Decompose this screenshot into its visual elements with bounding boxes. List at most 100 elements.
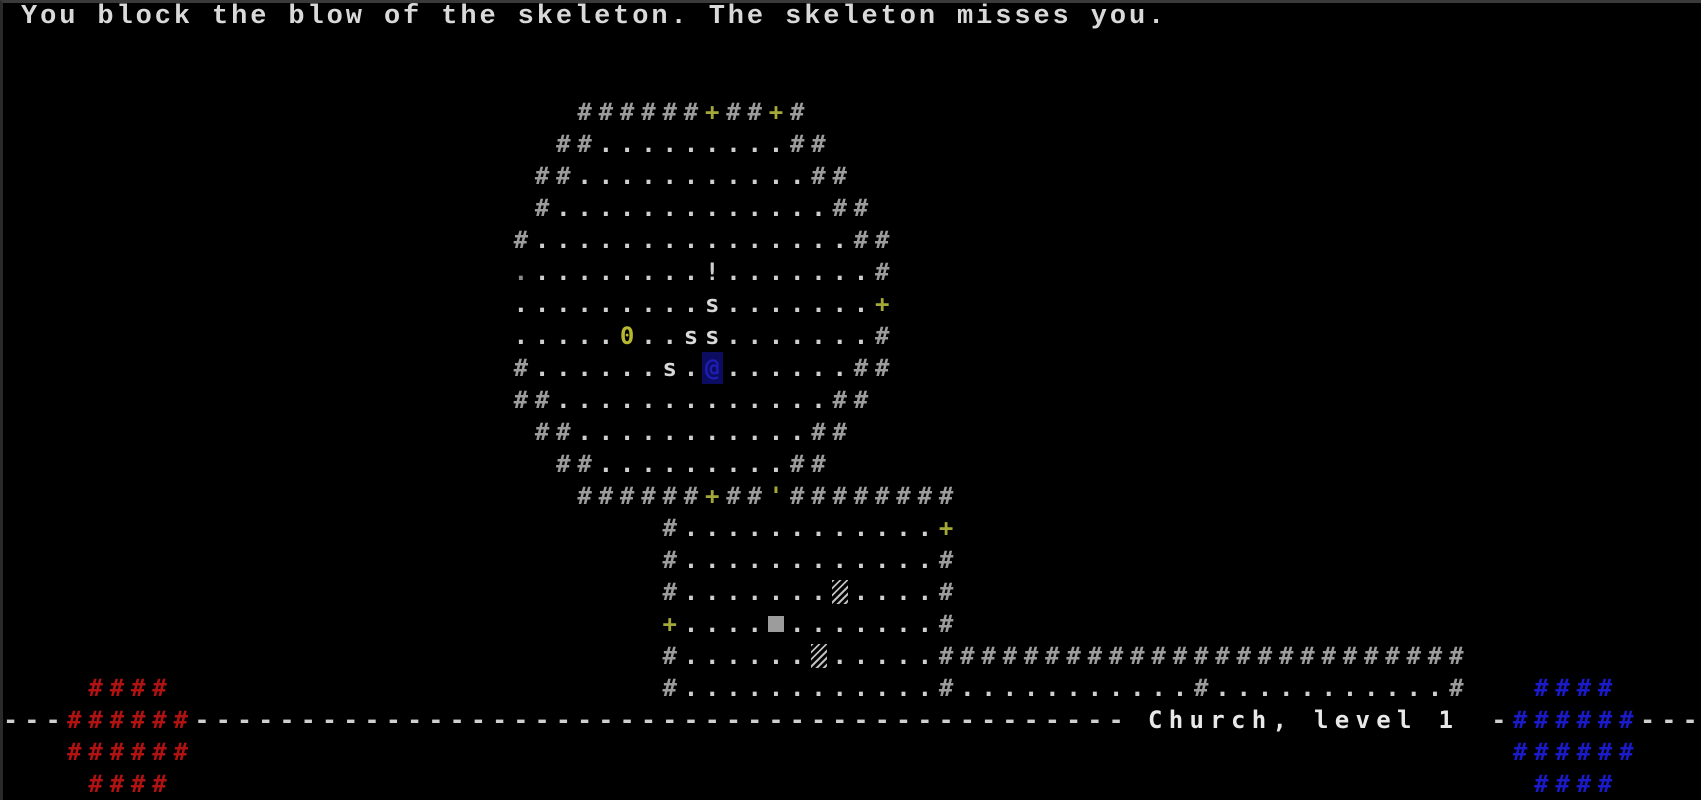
wall-tile: # [534, 194, 550, 222]
door-icon[interactable]: + [765, 96, 786, 128]
mana-orb-row: # # # # [0, 768, 1701, 800]
map-row: #............. # # [0, 192, 1701, 224]
wall-tile: # [1278, 642, 1294, 670]
floor-tile: . [619, 162, 635, 190]
floor-tile: . [726, 546, 741, 574]
floor-tile: . [747, 130, 762, 158]
mana-orb-cell: # [1512, 738, 1528, 766]
floor-tile: . [726, 386, 741, 414]
door-icon[interactable]: + [702, 96, 723, 128]
floor-tile: . [811, 546, 826, 574]
skeleton-icon[interactable]: s [659, 352, 680, 384]
floor-tile: . [853, 514, 869, 542]
mana-orb-cell: # [1555, 706, 1570, 734]
floor-tile: . [811, 322, 826, 350]
floor-tile: . [556, 258, 571, 286]
wall-tile: # [790, 450, 805, 478]
wall-tile: # [1342, 642, 1358, 670]
wall-tile: # [662, 514, 677, 542]
floor-tile: . [619, 354, 635, 382]
mana-orb-cell: # [1534, 674, 1549, 702]
floor-tile: . [790, 642, 805, 670]
floor-tile: . [577, 418, 592, 446]
floor-tile: . [704, 514, 720, 542]
wall-tile: # [832, 482, 847, 510]
map-row: #........... # # # # # # # # # # # # # # # # # # # # # # # # # [0, 640, 1701, 672]
floor-tile: . [662, 386, 677, 414]
wall-tile: # [577, 130, 592, 158]
map-row: .........!....... # [0, 256, 1701, 288]
floor-tile: . [619, 450, 635, 478]
floor-tile: . [875, 578, 890, 606]
floor-tile: . [811, 514, 826, 542]
floor-tile: . [832, 354, 847, 382]
wall-tile: # [662, 642, 677, 670]
floor-tile: . [790, 418, 805, 446]
skeleton-icon[interactable]: s [680, 320, 701, 352]
wall-tile: # [832, 386, 847, 414]
wall-tile: # [619, 482, 635, 510]
floor-tile: . [747, 258, 762, 286]
floor-tile: . [577, 162, 592, 190]
door-icon[interactable]: + [935, 512, 956, 544]
door-icon[interactable]: + [872, 288, 893, 320]
floor-tile: . [726, 514, 741, 542]
wall-tile: # [513, 354, 529, 382]
wall-tile: # [790, 98, 805, 126]
wall-tile: # [938, 578, 954, 606]
floor-tile: . [598, 418, 614, 446]
hatched-tile-icon [808, 640, 829, 672]
floor-tile: . [662, 130, 677, 158]
wall-tile: # [534, 162, 550, 190]
floor-tile: . [704, 450, 720, 478]
floor-tile: . [726, 610, 741, 638]
mana-orb-cell: # [1576, 738, 1592, 766]
wall-tile: # [853, 194, 869, 222]
open-door-icon[interactable]: ' [765, 480, 786, 512]
wall-tile: # [938, 546, 954, 574]
player-icon[interactable]: @ [701, 352, 723, 384]
door-icon[interactable]: + [702, 480, 723, 512]
floor-tile: . [726, 578, 741, 606]
floor-tile: . [556, 194, 571, 222]
floor-tile: . [662, 290, 677, 318]
wall-tile: # [811, 162, 826, 190]
wall-tile: # [811, 482, 826, 510]
map-row: # # # # # # + # # ' # # # # # # # # [0, 480, 1701, 512]
wall-tile: # [1002, 642, 1018, 670]
message-log: You block the blow of the skeleton. The … [21, 2, 1168, 32]
wall-tile: # [960, 642, 975, 670]
floor-tile: . [619, 130, 635, 158]
mana-orb-cell: # [1555, 770, 1570, 798]
wall-tile: # [726, 98, 741, 126]
floor-tile: . [598, 258, 614, 286]
map-row: # #............. # # [0, 384, 1701, 416]
floor-tile: . [768, 578, 784, 606]
floor-tile: . [577, 258, 592, 286]
floor-tile: . [768, 226, 784, 254]
door-icon[interactable]: + [659, 608, 680, 640]
terminal-screen[interactable]: You block the blow of the skeleton. The … [0, 0, 1701, 800]
floor-tile: . [811, 354, 826, 382]
floor-tile: . [768, 514, 784, 542]
floor-tile: . [917, 642, 933, 670]
wall-tile: # [853, 226, 869, 254]
wall-tile: # [556, 450, 571, 478]
floor-tile: . [726, 130, 741, 158]
floor-tile: . [747, 450, 762, 478]
wall-tile: # [556, 162, 571, 190]
floor-tile: . [768, 194, 784, 222]
floor-tile: . [619, 258, 635, 286]
wall-tile: # [1406, 642, 1421, 670]
skeleton-icon[interactable]: s [702, 288, 723, 320]
wall-tile: # [1108, 642, 1124, 670]
floor-tile: . [598, 162, 614, 190]
wall-tile: # [556, 130, 571, 158]
floor-tile: . [641, 290, 656, 318]
floor-tile: . [747, 226, 762, 254]
floor-tile: . [619, 226, 635, 254]
skeleton-icon[interactable]: s [702, 320, 723, 352]
floor-tile: . [790, 610, 805, 638]
floor-tile: . [683, 130, 699, 158]
floor-tile: . [832, 642, 847, 670]
